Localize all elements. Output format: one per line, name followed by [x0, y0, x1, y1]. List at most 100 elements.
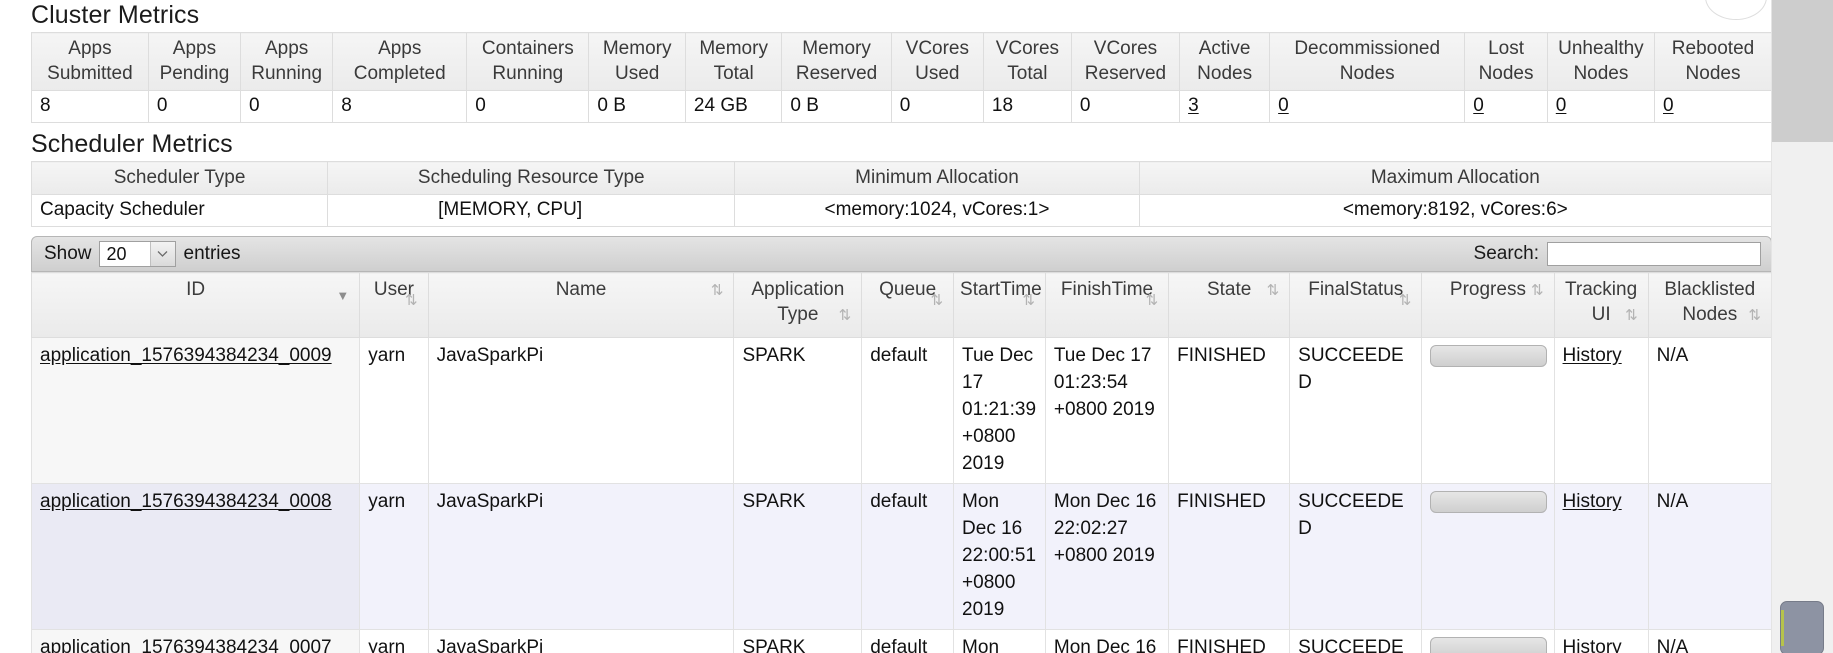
header-line-1: Apps	[247, 36, 326, 61]
scrollbar-track[interactable]	[1772, 0, 1833, 142]
header-text-wrap: FinishTime⇅	[1052, 277, 1162, 302]
application-id-cell[interactable]: application_1576394384234_0007	[32, 630, 360, 653]
applications-header-finishtime[interactable]: FinishTime⇅	[1045, 273, 1168, 338]
scrollbar-thumb[interactable]	[1780, 601, 1824, 653]
blacklisted-nodes-cell: N/A	[1648, 630, 1771, 653]
application-id-link[interactable]: application_1576394384234_0009	[40, 345, 332, 366]
entries-select[interactable]: 20	[99, 241, 176, 267]
start-time-cell: Tue Dec 17 01:21:39 +0800 2019	[954, 338, 1046, 484]
browser-scrollbar[interactable]	[1771, 0, 1833, 653]
cluster-metric-value: 0	[467, 91, 589, 123]
table-row[interactable]: application_1576394384234_0007yarnJavaSp…	[32, 630, 1772, 653]
tracking-ui-link[interactable]: History	[1563, 637, 1622, 653]
progress-cell	[1422, 484, 1554, 630]
cluster-metric-link[interactable]: 0	[1278, 95, 1289, 116]
application-type-cell: SPARK	[734, 338, 862, 484]
cluster-metric-link-value[interactable]: 0	[1547, 91, 1654, 123]
scheduler-metrics-table: Scheduler TypeScheduling Resource TypeMi…	[31, 161, 1772, 227]
cluster-metrics-header-cell: MemoryTotal	[685, 33, 781, 91]
entries-label: entries	[184, 243, 241, 265]
applications-header-progress[interactable]: Progress⇅	[1422, 273, 1554, 338]
application-name-cell: JavaSparkPi	[428, 630, 734, 653]
applications-panel: Show 20 entries Search:	[31, 236, 1772, 653]
application-id-cell[interactable]: application_1576394384234_0009	[32, 338, 360, 484]
cluster-metrics-header-cell: AppsCompleted	[333, 33, 467, 91]
user-cell: yarn	[360, 338, 428, 484]
cluster-metric-link-value[interactable]: 0	[1270, 91, 1465, 123]
cluster-metrics-header-cell: LostNodes	[1465, 33, 1548, 91]
application-id-cell[interactable]: application_1576394384234_0008	[32, 484, 360, 630]
user-cell: yarn	[360, 484, 428, 630]
cluster-metrics-header-cell: UnhealthyNodes	[1547, 33, 1654, 91]
applications-header-user[interactable]: User⇅	[360, 273, 428, 338]
header-line-2: Completed	[339, 61, 460, 86]
header-line-1: Apps	[155, 36, 234, 61]
applications-body: application_1576394384234_0009yarnJavaSp…	[32, 338, 1772, 653]
header-line-1: User	[374, 279, 414, 300]
application-id-link[interactable]: application_1576394384234_0007	[40, 637, 332, 653]
header-text-wrap: BlacklistedNodes⇅	[1655, 277, 1765, 327]
final-status-cell: SUCCEEDED	[1290, 338, 1422, 484]
cluster-metrics-header-cell: RebootedNodes	[1655, 33, 1772, 91]
state-cell: FINISHED	[1169, 630, 1290, 653]
header-line-2: UI	[1592, 304, 1611, 325]
applications-header-state[interactable]: State⇅	[1169, 273, 1290, 338]
applications-header-name[interactable]: Name⇅	[428, 273, 734, 338]
cluster-metric-value: 0 B	[782, 91, 891, 123]
applications-header-starttime[interactable]: StartTime⇅	[954, 273, 1046, 338]
cluster-metrics-header-row: AppsSubmittedAppsPendingAppsRunningAppsC…	[32, 33, 1772, 91]
application-id-link[interactable]: application_1576394384234_0008	[40, 491, 332, 512]
cluster-metrics-header-cell: AppsRunning	[241, 33, 333, 91]
header-text-wrap: StartTime⇅	[960, 277, 1039, 302]
applications-header-queue[interactable]: Queue⇅	[862, 273, 954, 338]
blacklisted-nodes-cell: N/A	[1648, 484, 1771, 630]
header-text-wrap: ID▼	[38, 277, 353, 302]
cluster-metrics-table: AppsSubmittedAppsPendingAppsRunningAppsC…	[31, 32, 1772, 123]
scheduler-metric-value: Capacity Scheduler	[32, 195, 328, 227]
tracking-ui-cell[interactable]: History	[1554, 630, 1648, 653]
cluster-metric-link[interactable]: 0	[1663, 95, 1674, 116]
header-line-1: Blacklisted	[1664, 279, 1755, 300]
header-line-1: FinishTime	[1061, 279, 1153, 300]
tracking-ui-link[interactable]: History	[1563, 491, 1622, 512]
cluster-metric-link-value[interactable]: 0	[1465, 91, 1548, 123]
cluster-metrics-header-cell: ContainersRunning	[467, 33, 589, 91]
tracking-ui-cell[interactable]: History	[1554, 484, 1648, 630]
application-type-cell: SPARK	[734, 630, 862, 653]
progress-bar	[1430, 345, 1546, 367]
tracking-ui-cell[interactable]: History	[1554, 338, 1648, 484]
cluster-metric-link-value[interactable]: 0	[1655, 91, 1772, 123]
header-text-wrap: TrackingUI⇅	[1561, 277, 1642, 327]
header-line-1: Memory	[595, 36, 678, 61]
applications-header-id[interactable]: ID▼	[32, 273, 360, 338]
applications-header-tracking[interactable]: TrackingUI⇅	[1554, 273, 1648, 338]
header-line-1: State	[1207, 279, 1251, 300]
scheduler-metrics-header-cell: Maximum Allocation	[1139, 162, 1771, 195]
search-input[interactable]	[1547, 242, 1761, 266]
scheduler-metric-value: <memory:1024, vCores:1>	[735, 195, 1139, 227]
applications-header-blacklisted[interactable]: BlacklistedNodes⇅	[1648, 273, 1771, 338]
header-line-2: Nodes	[1471, 61, 1541, 86]
cluster-metric-link-value[interactable]: 3	[1180, 91, 1270, 123]
header-line-2: Type	[777, 304, 818, 325]
show-label: Show	[44, 243, 92, 265]
scheduler-metrics-header-row: Scheduler TypeScheduling Resource TypeMi…	[32, 162, 1772, 195]
page-content: Cluster Metrics AppsSubmittedAppsPending…	[0, 0, 1772, 653]
header-line-2: Submitted	[38, 61, 142, 86]
cluster-metric-link[interactable]: 0	[1556, 95, 1567, 116]
sort-neutral-icon: ⇅	[839, 308, 852, 323]
tracking-ui-link[interactable]: History	[1563, 345, 1622, 366]
header-text-wrap: User⇅	[366, 277, 421, 302]
cluster-metric-value: 0	[1071, 91, 1179, 123]
state-cell: FINISHED	[1169, 338, 1290, 484]
table-row[interactable]: application_1576394384234_0009yarnJavaSp…	[32, 338, 1772, 484]
cluster-metric-link[interactable]: 3	[1188, 95, 1199, 116]
applications-header-application[interactable]: ApplicationType⇅	[734, 273, 862, 338]
header-line-1: Decommissioned	[1276, 36, 1458, 61]
cluster-metric-value: 8	[333, 91, 467, 123]
header-line-1: Name	[556, 279, 607, 300]
table-row[interactable]: application_1576394384234_0008yarnJavaSp…	[32, 484, 1772, 630]
header-line-1: StartTime	[960, 279, 1042, 300]
applications-header-finalstatus[interactable]: FinalStatus⇅	[1290, 273, 1422, 338]
cluster-metric-link[interactable]: 0	[1473, 95, 1484, 116]
